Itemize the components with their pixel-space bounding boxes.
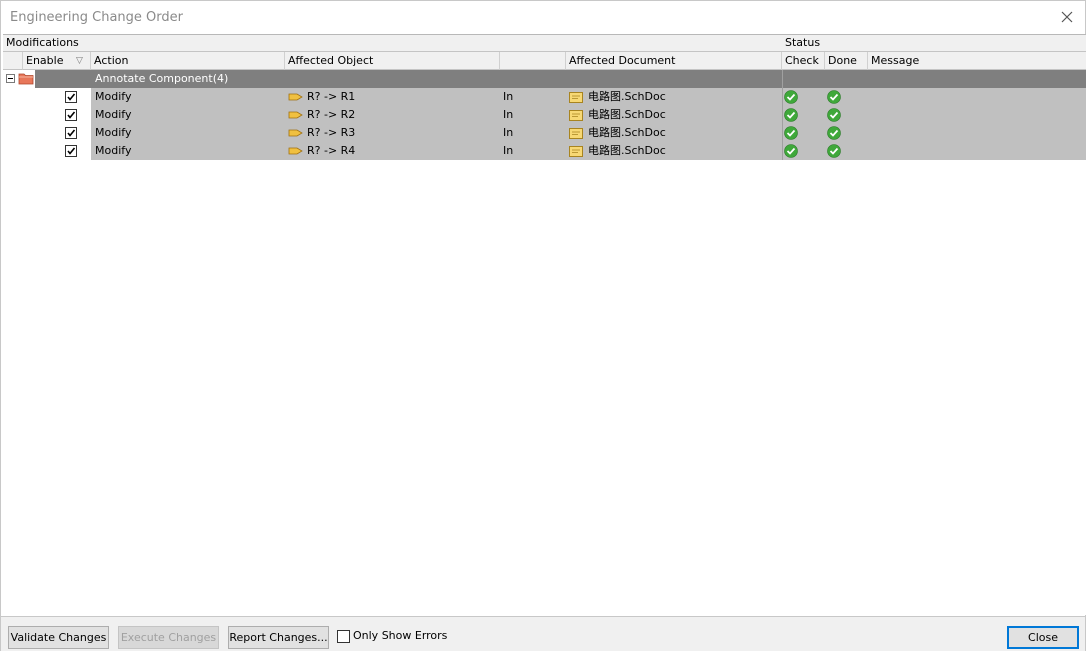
action-cell: Modify	[95, 144, 132, 157]
component-arrow-icon	[288, 129, 303, 137]
done-ok-icon	[827, 90, 841, 104]
enable-checkbox[interactable]	[65, 91, 77, 103]
check-ok-icon	[784, 144, 798, 158]
column-header-check-label: Check	[785, 54, 819, 67]
check-ok-icon	[784, 90, 798, 104]
report-changes-button[interactable]: Report Changes...	[228, 626, 329, 649]
close-icon[interactable]	[1059, 9, 1075, 25]
only-show-errors-checkbox[interactable]	[337, 630, 350, 643]
execute-changes-button[interactable]: Execute Changes	[118, 626, 219, 649]
done-ok-icon	[827, 126, 841, 140]
window-title: Engineering Change Order	[10, 10, 183, 25]
column-header-affected-document[interactable]: Affected Document	[566, 52, 782, 70]
affected-object-cell: R? -> R4	[307, 144, 356, 157]
check-ok-icon	[784, 126, 798, 140]
modifications-label: Modifications	[6, 36, 79, 49]
close-button[interactable]: Close	[1007, 626, 1079, 649]
column-header-message[interactable]: Message	[868, 52, 1086, 70]
status-group-header: Status	[782, 35, 1086, 52]
column-header-affected-object-label: Affected Object	[288, 54, 374, 67]
filter-icon[interactable]: ▽	[76, 52, 83, 69]
done-ok-icon	[827, 144, 841, 158]
affected-object-cell: R? -> R1	[307, 90, 356, 103]
column-header-action[interactable]: Action	[91, 52, 285, 70]
component-arrow-icon	[288, 93, 303, 101]
affected-object-cell: R? -> R3	[307, 126, 356, 139]
direction-cell: In	[503, 126, 514, 139]
group-row-annotate[interactable]: Annotate Component(4)	[3, 70, 1086, 88]
column-header-action-label: Action	[94, 54, 129, 67]
action-cell: Modify	[95, 90, 132, 103]
affected-document-cell[interactable]: 电路图.SchDoc	[588, 124, 666, 142]
table-row[interactable]: Modify R? -> R3 In 电路图.SchDoc	[3, 124, 1086, 142]
status-label: Status	[785, 36, 821, 49]
column-header-blank	[3, 52, 23, 70]
direction-cell: In	[503, 90, 514, 103]
direction-cell: In	[503, 108, 514, 121]
column-header-direction[interactable]	[500, 52, 566, 70]
action-cell: Modify	[95, 126, 132, 139]
component-arrow-icon	[288, 147, 303, 155]
check-ok-icon	[784, 108, 798, 122]
eco-dialog: Engineering Change Order Modifications S…	[0, 0, 1086, 651]
button-bar: Validate Changes Execute Changes Report …	[1, 616, 1085, 651]
table-row[interactable]: Modify R? -> R1 In 电路图.SchDoc	[3, 88, 1086, 106]
schematic-document-icon	[569, 92, 583, 103]
affected-document-cell[interactable]: 电路图.SchDoc	[588, 142, 666, 160]
column-header-done-label: Done	[828, 54, 857, 67]
affected-object-cell: R? -> R2	[307, 108, 356, 121]
status-divider	[782, 70, 783, 160]
changes-grid: Modifications Status Enable ▽ Action Aff…	[3, 34, 1086, 615]
title-bar: Engineering Change Order	[1, 1, 1085, 33]
action-cell: Modify	[95, 108, 132, 121]
group-label: Annotate Component(4)	[95, 72, 229, 85]
modifications-group-header: Modifications	[3, 35, 782, 52]
done-ok-icon	[827, 108, 841, 122]
column-header-affected-document-label: Affected Document	[569, 54, 676, 67]
folder-icon	[18, 73, 34, 85]
only-show-errors-label[interactable]: Only Show Errors	[353, 629, 447, 642]
enable-checkbox[interactable]	[65, 145, 77, 157]
table-row[interactable]: Modify R? -> R4 In 电路图.SchDoc	[3, 142, 1086, 160]
column-header-done[interactable]: Done	[825, 52, 868, 70]
table-row[interactable]: Modify R? -> R2 In 电路图.SchDoc	[3, 106, 1086, 124]
enable-checkbox[interactable]	[65, 109, 77, 121]
direction-cell: In	[503, 144, 514, 157]
column-header-enable-label: Enable	[26, 54, 64, 67]
schematic-document-icon	[569, 146, 583, 157]
group-label-bar: Annotate Component(4)	[35, 70, 1086, 88]
collapse-icon[interactable]	[6, 74, 15, 83]
schematic-document-icon	[569, 128, 583, 139]
column-header-enable[interactable]: Enable ▽	[23, 52, 91, 70]
component-arrow-icon	[288, 111, 303, 119]
enable-checkbox[interactable]	[65, 127, 77, 139]
affected-document-cell[interactable]: 电路图.SchDoc	[588, 106, 666, 124]
schematic-document-icon	[569, 110, 583, 121]
column-header-affected-object[interactable]: Affected Object	[285, 52, 500, 70]
column-header-check[interactable]: Check	[782, 52, 825, 70]
validate-changes-button[interactable]: Validate Changes	[8, 626, 109, 649]
affected-document-cell[interactable]: 电路图.SchDoc	[588, 88, 666, 106]
column-header-message-label: Message	[871, 54, 920, 67]
